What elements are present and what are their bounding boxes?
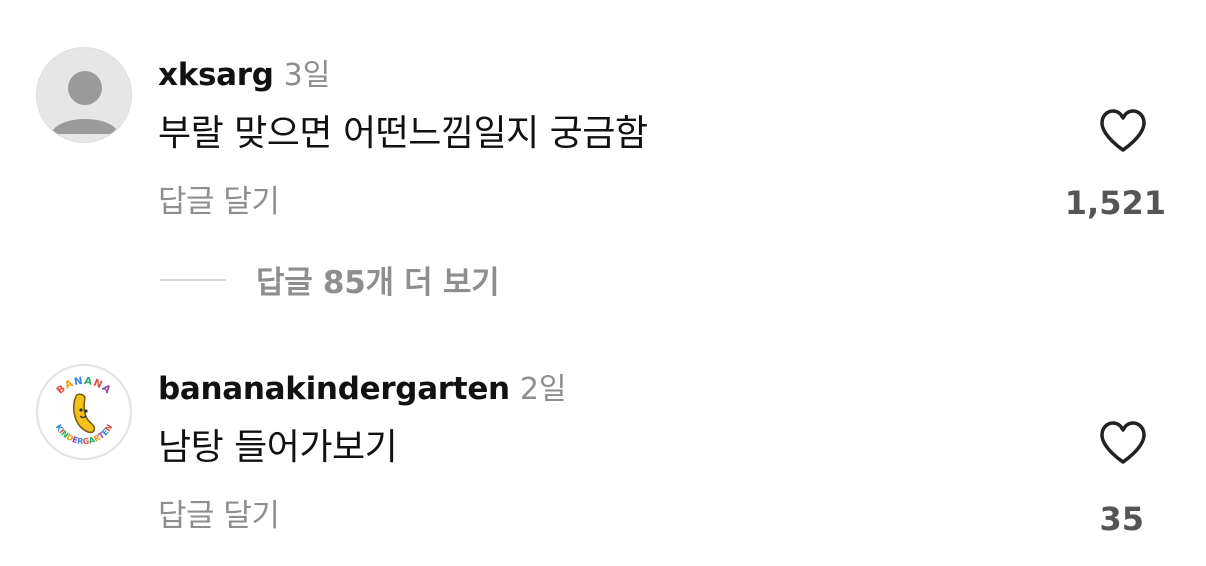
username[interactable]: bananakindergarten [158,371,510,407]
comment-text: 부랄 맞으면 어떤느낌일지 궁금함 [158,113,648,154]
timestamp: 3일 [283,58,331,93]
view-replies-label: 답글 85개 더 보기 [256,265,500,301]
view-replies-button[interactable]: 답글 85개 더 보기 [160,257,500,302]
default-person-icon [51,71,119,134]
like-count: 1,521 [1064,184,1166,222]
heart-icon [1100,109,1146,152]
like-button[interactable] [1098,108,1148,154]
comment-text: 남탕 들어가보기 [158,427,398,468]
timestamp: 2일 [519,372,567,407]
like-count: 35 [1099,500,1144,538]
like-button[interactable] [1098,420,1148,466]
comment-header: xksarg 3일 [158,50,330,94]
divider-line [160,278,226,281]
reply-button[interactable]: 답글 달기 [158,176,280,221]
username[interactable]: xksarg [158,57,274,93]
avatar[interactable]: BANANA KINDERGARTEN [36,364,132,460]
heart-icon [1100,421,1146,464]
svg-text:BANANA: BANANA [55,376,113,397]
comment-item: xksarg 3일 부랄 맞으면 어떤느낌일지 궁금함 답글 달기 1,521 답… [0,0,1206,320]
comment-header: bananakindergarten 2일 [158,364,567,408]
reply-button[interactable]: 답글 달기 [158,490,280,535]
banana-kindergarten-logo: BANANA KINDERGARTEN [54,376,115,446]
comment-item: BANANA KINDERGARTEN bananakindergarten 2일… [0,320,1206,566]
avatar[interactable] [36,47,132,143]
